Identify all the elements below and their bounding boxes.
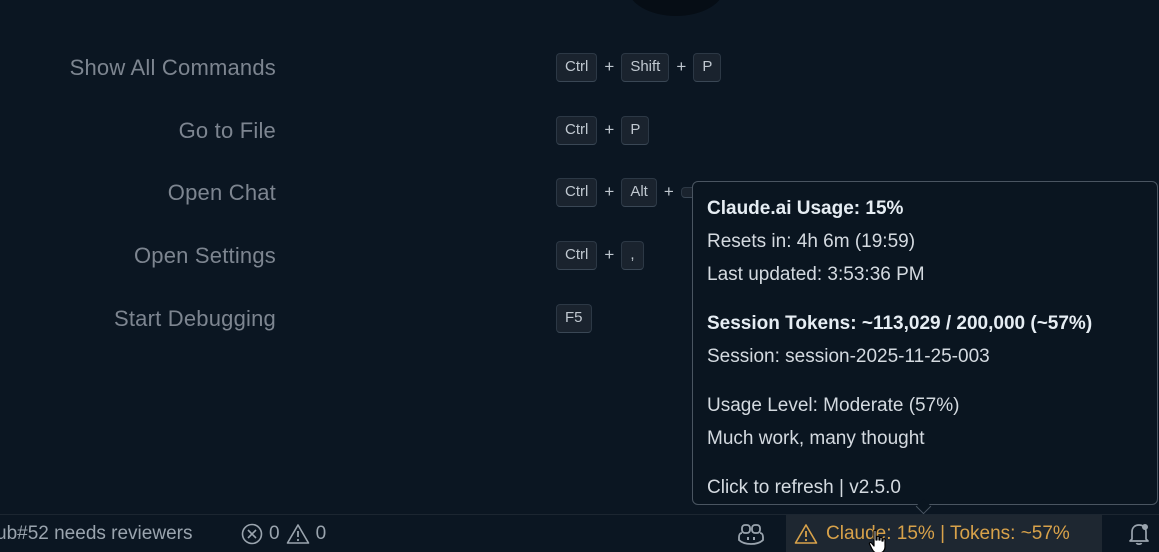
- resets-text: Resets in: 4h 6m (19:59): [707, 231, 916, 252]
- shortcut-show-all-commands: Show All Commands Ctrl + Shift + P: [0, 52, 900, 82]
- shortcut-label: Go to File: [178, 118, 276, 143]
- shortcut-label: Open Chat: [167, 180, 276, 205]
- key-cap: Ctrl: [556, 52, 598, 82]
- refresh-footer[interactable]: Click to refresh | v2.5.0: [707, 471, 1143, 504]
- key-cap: Ctrl: [556, 240, 598, 270]
- usage-level-text: Usage Level: Moderate (57%): [707, 395, 960, 416]
- key-plus: +: [604, 120, 615, 139]
- key-plus: +: [663, 182, 674, 201]
- bell-icon: [1129, 524, 1149, 545]
- status-bar: ub#52 needs reviewers 0 0 Claude: 15% | …: [0, 514, 1159, 552]
- pr-status-item[interactable]: ub#52 needs reviewers: [0, 515, 192, 552]
- pr-status-text: ub#52 needs reviewers: [0, 523, 193, 544]
- errors-count: 0: [269, 523, 280, 544]
- hand-cursor-icon: [868, 529, 886, 552]
- copilot-status-item[interactable]: [736, 515, 766, 552]
- key-plus: +: [604, 57, 615, 76]
- shortcut-label: Show All Commands: [69, 55, 276, 80]
- shortcut-label: Open Settings: [133, 243, 276, 268]
- vscode-window: Show All Commands Ctrl + Shift + P Go to…: [0, 0, 1159, 552]
- key-cap: P: [621, 115, 650, 145]
- claude-usage-tooltip[interactable]: Claude.ai Usage: 15% Resets in: 4h 6m (1…: [692, 181, 1158, 505]
- key-cap: ,: [621, 240, 644, 270]
- usage-title: Claude.ai Usage: 15%: [707, 198, 904, 219]
- key-plus: +: [604, 182, 615, 201]
- claude-usage-text: Claude: 15% | Tokens: ~57%: [826, 523, 1070, 544]
- last-updated-text: Last updated: 3:53:36 PM: [707, 264, 925, 285]
- key-cap: P: [693, 52, 722, 82]
- shortcut-label: Start Debugging: [114, 306, 276, 331]
- key-cap: Alt: [621, 177, 657, 207]
- problems-status-item[interactable]: 0 0: [241, 515, 332, 552]
- warnings-count: 0: [315, 523, 327, 544]
- shortcut-go-to-file: Go to File Ctrl + P: [0, 115, 900, 145]
- keybinding: Ctrl + ,: [556, 240, 644, 270]
- key-plus: +: [604, 245, 615, 264]
- key-plus: +: [676, 57, 687, 76]
- keybinding: Ctrl + Alt +: [556, 177, 699, 207]
- keybinding: Ctrl + Shift + P: [556, 52, 722, 82]
- key-cap: Ctrl: [556, 177, 598, 207]
- key-cap: Ctrl: [556, 115, 598, 145]
- keybinding: Ctrl + P: [556, 115, 650, 145]
- copilot-icon: [738, 524, 764, 545]
- error-circle-icon: [241, 523, 263, 545]
- vscode-logo-watermark: [628, 0, 724, 16]
- warning-triangle-icon: [794, 524, 818, 544]
- keybinding: F5: [556, 303, 592, 333]
- key-cap: F5: [556, 303, 592, 333]
- session-id-text: Session: session-2025-11-25-003: [707, 346, 990, 367]
- claude-usage-status-item[interactable]: Claude: 15% | Tokens: ~57%: [786, 515, 1102, 552]
- session-tokens-text: Session Tokens: ~113,029 / 200,000 (~57%…: [707, 313, 1093, 334]
- notifications-status-item[interactable]: [1124, 515, 1154, 552]
- warning-triangle-icon: [286, 524, 309, 544]
- flavor-text: Much work, many thought: [707, 428, 925, 449]
- key-cap: Shift: [621, 52, 670, 82]
